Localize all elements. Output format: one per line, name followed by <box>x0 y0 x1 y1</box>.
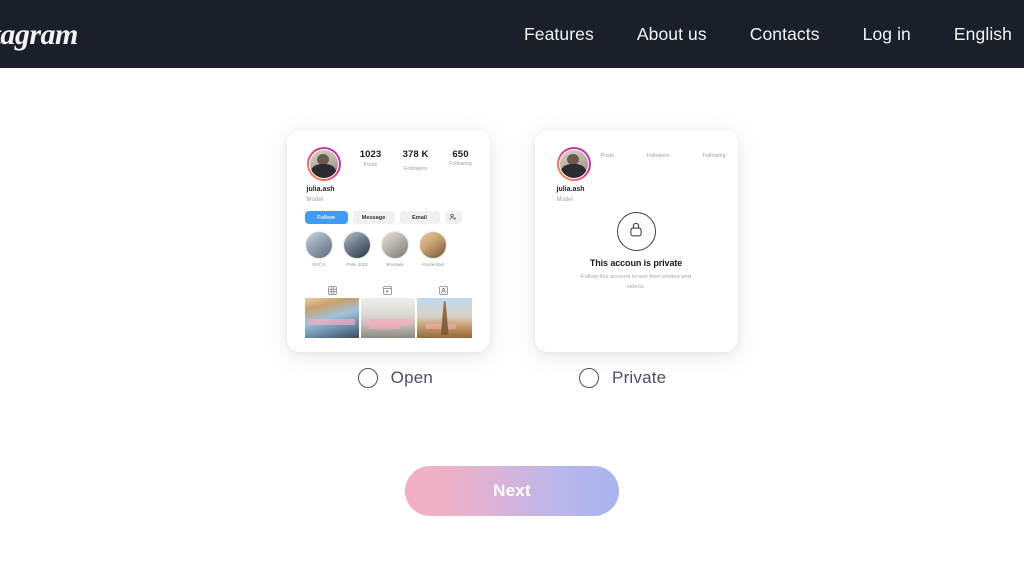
lock-badge <box>535 212 738 251</box>
highlight-item[interactable]: NYC II <box>304 231 335 267</box>
stat-posts: 1023 Posts <box>351 149 391 172</box>
add-person-icon <box>449 213 457 223</box>
highlight-item[interactable]: Brussels <box>380 231 411 267</box>
highlight-thumb <box>343 231 371 259</box>
email-button[interactable]: Email <box>399 211 440 224</box>
avatar <box>306 147 341 181</box>
highlight-label: NYC II <box>312 262 326 267</box>
nav-link-log-in[interactable]: Log in <box>863 18 911 51</box>
private-title: This accoun is private <box>589 258 683 268</box>
nav-link-contacts[interactable]: Contacts <box>750 18 820 51</box>
profile-username: julia.ash <box>306 186 335 193</box>
highlight-thumb <box>381 231 409 259</box>
photo-tile[interactable] <box>360 298 416 338</box>
profile-bio: Model <box>306 197 323 203</box>
next-button[interactable]: Next <box>405 466 619 516</box>
private-profile-card[interactable]: Posts Followers Following julia.ash Mode… <box>534 130 738 352</box>
profile-bio: Model <box>556 197 573 203</box>
highlight-thumb <box>305 231 333 259</box>
stat-following: 650 Following <box>441 149 481 172</box>
highlight-item[interactable]: Amsterdam <box>418 231 449 267</box>
radio-circle-icon[interactable] <box>357 368 378 388</box>
highlight-label: Paris 2022 <box>346 262 368 267</box>
follow-button[interactable]: Follow <box>304 211 348 224</box>
main-content: 1023 Posts 378 K Followers 650 Following… <box>0 68 1024 571</box>
profile-action-buttons: Follow Message Email <box>304 211 462 224</box>
story-highlights: NYC II Paris 2022 Brussels Amsterdam <box>304 231 449 267</box>
highlight-label: Amsterdam <box>421 262 445 267</box>
lock-icon <box>628 221 644 243</box>
highlight-label: Brussels <box>386 262 404 267</box>
nav-link-features[interactable]: Features <box>524 18 594 51</box>
stat-followers-value: 378 K <box>402 149 429 160</box>
open-profile-card[interactable]: 1023 Posts 378 K Followers 650 Following… <box>286 130 490 352</box>
highlight-item[interactable]: Paris 2022 <box>342 231 373 267</box>
private-subtitle: Follow this account to see their photos … <box>581 274 691 290</box>
stat-followers: 378 K Followers <box>396 149 436 172</box>
profile-username: julia.ash <box>556 186 585 193</box>
highlight-thumb <box>419 231 447 259</box>
top-navbar: Instagram Features About us Contacts Log… <box>0 0 1024 68</box>
avatar <box>556 147 591 181</box>
privacy-options: Open Private <box>0 368 1024 388</box>
radio-label-private: Private <box>612 368 667 387</box>
photo-grid <box>304 298 472 338</box>
nav-link-language[interactable]: English <box>954 18 1012 51</box>
stat-posts-label: Posts <box>363 162 378 168</box>
profile-cards-row: 1023 Posts 378 K Followers 650 Following… <box>0 130 1024 352</box>
radio-option-private[interactable]: Private <box>579 368 666 388</box>
radio-circle-icon[interactable] <box>579 368 600 388</box>
message-button[interactable]: Message <box>352 211 395 224</box>
radio-label-open: Open <box>390 368 434 387</box>
profile-stats: 1023 Posts 378 K Followers 650 Following <box>351 149 481 172</box>
stat-posts-label: Posts <box>600 153 614 159</box>
stat-posts-value: 1023 <box>359 149 382 160</box>
add-person-button[interactable] <box>444 211 462 224</box>
stat-following-label: Following <box>702 153 726 159</box>
next-button-wrap: Next <box>0 466 1024 516</box>
photo-tile[interactable] <box>416 298 472 338</box>
stat-following-value: 650 <box>452 149 469 160</box>
navbar-links: Features About us Contacts Log in Englis… <box>524 0 1024 68</box>
site-logo[interactable]: Instagram <box>0 18 78 52</box>
stat-followers-label: Followers <box>403 166 428 172</box>
stat-following-label: Following <box>449 161 472 167</box>
stat-followers-label: Followers <box>646 153 670 159</box>
nav-link-about-us[interactable]: About us <box>637 18 707 51</box>
photo-tile[interactable] <box>304 298 360 338</box>
radio-option-open[interactable]: Open <box>357 368 434 388</box>
profile-stats: Posts Followers Following <box>601 153 726 159</box>
